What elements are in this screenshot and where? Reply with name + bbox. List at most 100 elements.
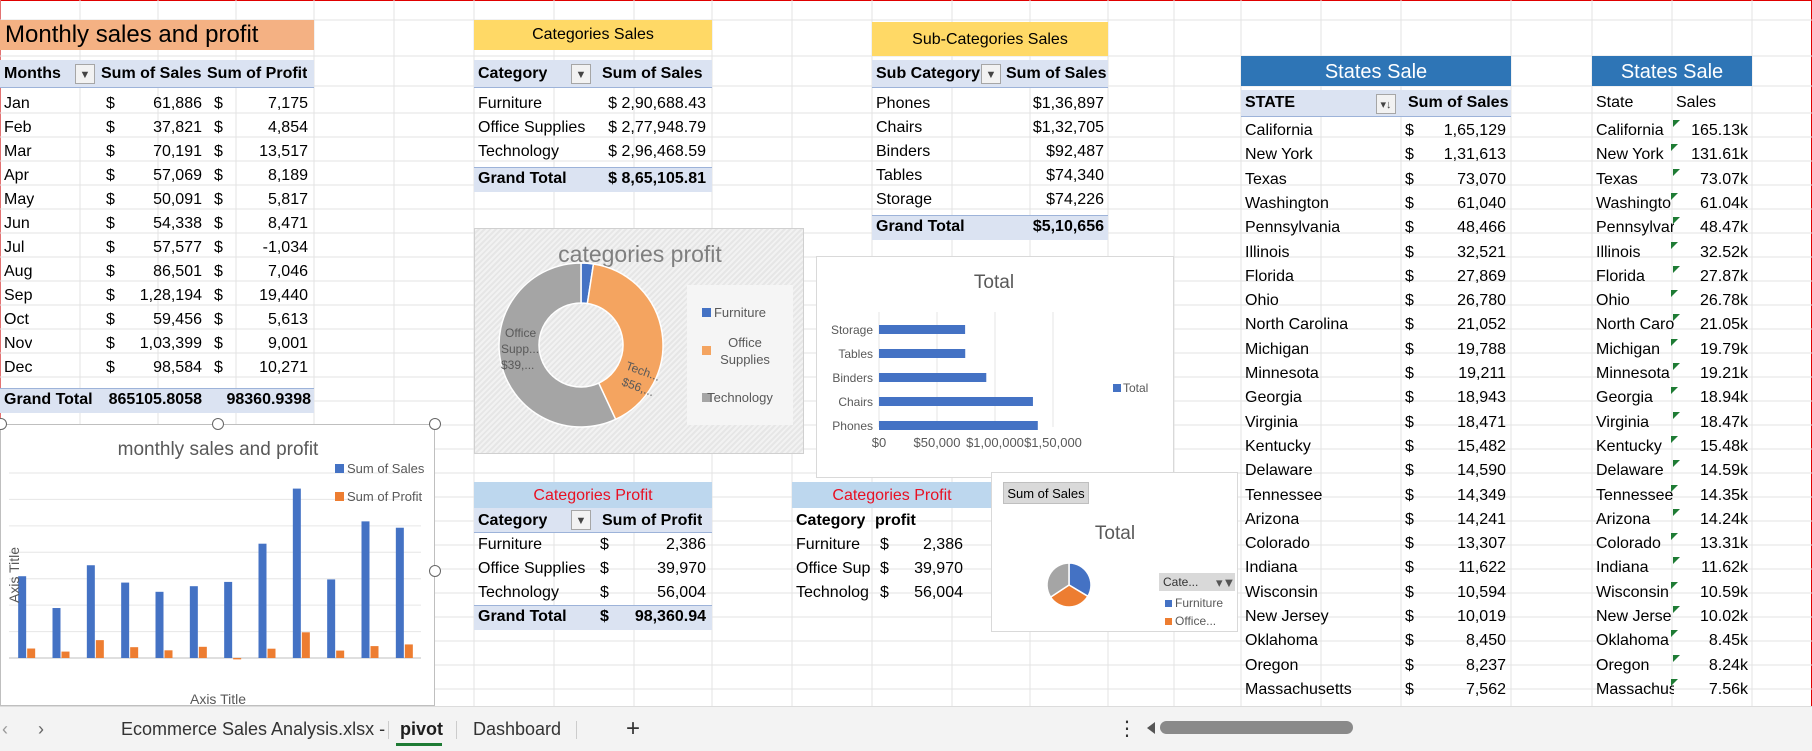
- grand-total-currency: $: [600, 608, 609, 625]
- legend-profit-swatch: [335, 492, 344, 501]
- legend-swatch: [1113, 384, 1121, 392]
- legend-label: Furniture: [1175, 596, 1223, 610]
- profit-cell: 5,817: [267, 191, 308, 208]
- tab-file-name[interactable]: Ecommerce Sales Analysis.xlsx -: [121, 715, 385, 743]
- category-cell: Furniture: [478, 95, 543, 112]
- sales-cell: 18,943: [1457, 389, 1506, 407]
- col-header-sales: Sum of Sales: [101, 65, 202, 82]
- currency-symbol: $: [1405, 122, 1414, 139]
- chart-title: Total: [1095, 523, 1135, 544]
- month-cell: Aug: [4, 263, 33, 280]
- category-label: Tables: [838, 347, 873, 361]
- bar: [879, 349, 966, 358]
- tab-nav-next-button[interactable]: ›: [38, 715, 44, 743]
- legend-sales-swatch: [335, 464, 344, 473]
- sales-cell: 18.47k: [1699, 413, 1748, 431]
- currency-symbol: $: [214, 215, 223, 232]
- monthly-table-title: Monthly sales and profit: [0, 20, 314, 50]
- sales-cell: 8,237: [1465, 656, 1506, 674]
- currency-symbol: $: [106, 167, 115, 184]
- field-button-sum-of-sales[interactable]: Sum of Sales: [1003, 482, 1089, 504]
- month-cell: Feb: [4, 119, 32, 136]
- subcategory-total-chart[interactable]: Total Storage Tables Binders Chairs Phones $0 $…: [816, 256, 1174, 478]
- profit-bar: [198, 646, 207, 658]
- currency-symbol: $: [1405, 535, 1414, 553]
- category-cell: Office Supplies: [478, 119, 586, 136]
- profit-cell: 56,004: [914, 584, 963, 601]
- state-cell: Oklahoma: [1245, 632, 1318, 650]
- legend-label: Supplies: [720, 352, 770, 367]
- sales-cell: 8.45k: [1708, 632, 1748, 650]
- profit-cell: 7,046: [267, 263, 308, 280]
- sales-cell: 1,65,129: [1443, 122, 1506, 139]
- tab-dashboard[interactable]: Dashboard: [473, 715, 561, 743]
- filter-button[interactable]: ▼: [981, 64, 1001, 84]
- sales-cell: 18,471: [1457, 413, 1506, 431]
- currency-symbol: $: [1405, 680, 1414, 698]
- state-cell: North Carolina: [1245, 316, 1349, 334]
- resize-handle[interactable]: [212, 418, 224, 430]
- filter-button[interactable]: ▼: [75, 64, 95, 84]
- state-cell: Minnesota: [1596, 365, 1670, 382]
- month-cell: May: [4, 191, 35, 208]
- sales-cell: $74,340: [1046, 167, 1104, 184]
- month-cell: Dec: [4, 359, 33, 376]
- state-cell: North Caro: [1596, 316, 1674, 334]
- error-indicator: [1671, 338, 1678, 346]
- sales-bar: [258, 543, 267, 658]
- state-cell: Washingto: [1596, 194, 1671, 212]
- profit-cell: 10,271: [259, 359, 308, 376]
- categories-profit-chart[interactable]: categories profit Office Supp... $39,... Tec…: [474, 228, 804, 454]
- profit-cell: 8,471: [267, 215, 308, 232]
- filter-button[interactable]: ▼: [571, 510, 591, 530]
- x-tick-label: $1,50,000: [1024, 435, 1082, 450]
- error-indicator: [1673, 606, 1680, 613]
- sales-cell: 1,28,194: [139, 287, 202, 304]
- state-cell: New York: [1596, 146, 1664, 164]
- error-indicator: [1671, 387, 1678, 395]
- sales-cell: 32.52k: [1699, 243, 1748, 261]
- tab-nav-prev-button[interactable]: ‹: [2, 715, 8, 743]
- x-tick-label: $1,00,000: [966, 435, 1024, 450]
- sales-cell: 26.78k: [1699, 292, 1748, 310]
- currency-symbol: $: [1405, 243, 1414, 261]
- subcategory-cell: Binders: [876, 143, 931, 160]
- currency-symbol: $: [880, 536, 889, 553]
- horizontal-scrollbar-thumb[interactable]: [1160, 721, 1353, 734]
- filter-icon: ▾▼: [1216, 575, 1235, 590]
- currency-symbol: $: [1405, 437, 1414, 455]
- scroll-left-icon[interactable]: [1147, 722, 1155, 734]
- category-label: Chairs: [838, 395, 873, 409]
- state-cell: New Jersey: [1245, 608, 1329, 625]
- more-options-icon[interactable]: ⋮: [1117, 715, 1137, 743]
- state-cell: Oregon: [1596, 656, 1650, 674]
- grand-total-value: $5,10,656: [1032, 218, 1104, 235]
- sales-cell: 8.24k: [1708, 656, 1748, 674]
- error-indicator: [1671, 290, 1678, 298]
- legend-sales-label: Sum of Sales: [347, 461, 425, 476]
- add-sheet-button[interactable]: +: [626, 715, 640, 743]
- currency-symbol: $: [106, 119, 115, 136]
- sort-filter-button[interactable]: ▾↓: [1376, 94, 1396, 114]
- sales-cell: 131.61k: [1691, 146, 1748, 164]
- sales-cell: 61.04k: [1699, 194, 1748, 212]
- resize-handle[interactable]: [429, 418, 441, 430]
- sales-cell: 27,869: [1457, 267, 1506, 285]
- sales-cell: 19.21k: [1699, 365, 1748, 382]
- sales-cell: 21.05k: [1699, 316, 1748, 334]
- states-simple-title: States Sale: [1592, 56, 1752, 86]
- sheet-tab-bar: ‹ › Ecommerce Sales Analysis.xlsx - pivo…: [0, 706, 1812, 751]
- month-cell: Mar: [4, 143, 32, 160]
- state-cell: Georgia: [1596, 389, 1653, 407]
- profit-cell: 13,517: [259, 143, 308, 160]
- sales-cell: 73,070: [1457, 170, 1506, 188]
- sales-cell: 18.94k: [1699, 389, 1748, 407]
- error-indicator: [1671, 144, 1678, 152]
- monthly-chart[interactable]: monthly sales and profit Axis Title Axis T…: [0, 424, 435, 707]
- legend-profit-label: Sum of Profit: [347, 489, 423, 504]
- error-indicator: [1673, 120, 1680, 127]
- tab-pivot[interactable]: pivot: [400, 715, 443, 743]
- resize-handle[interactable]: [429, 565, 441, 577]
- currency-symbol: $: [880, 584, 889, 601]
- filter-button[interactable]: ▼: [571, 64, 591, 84]
